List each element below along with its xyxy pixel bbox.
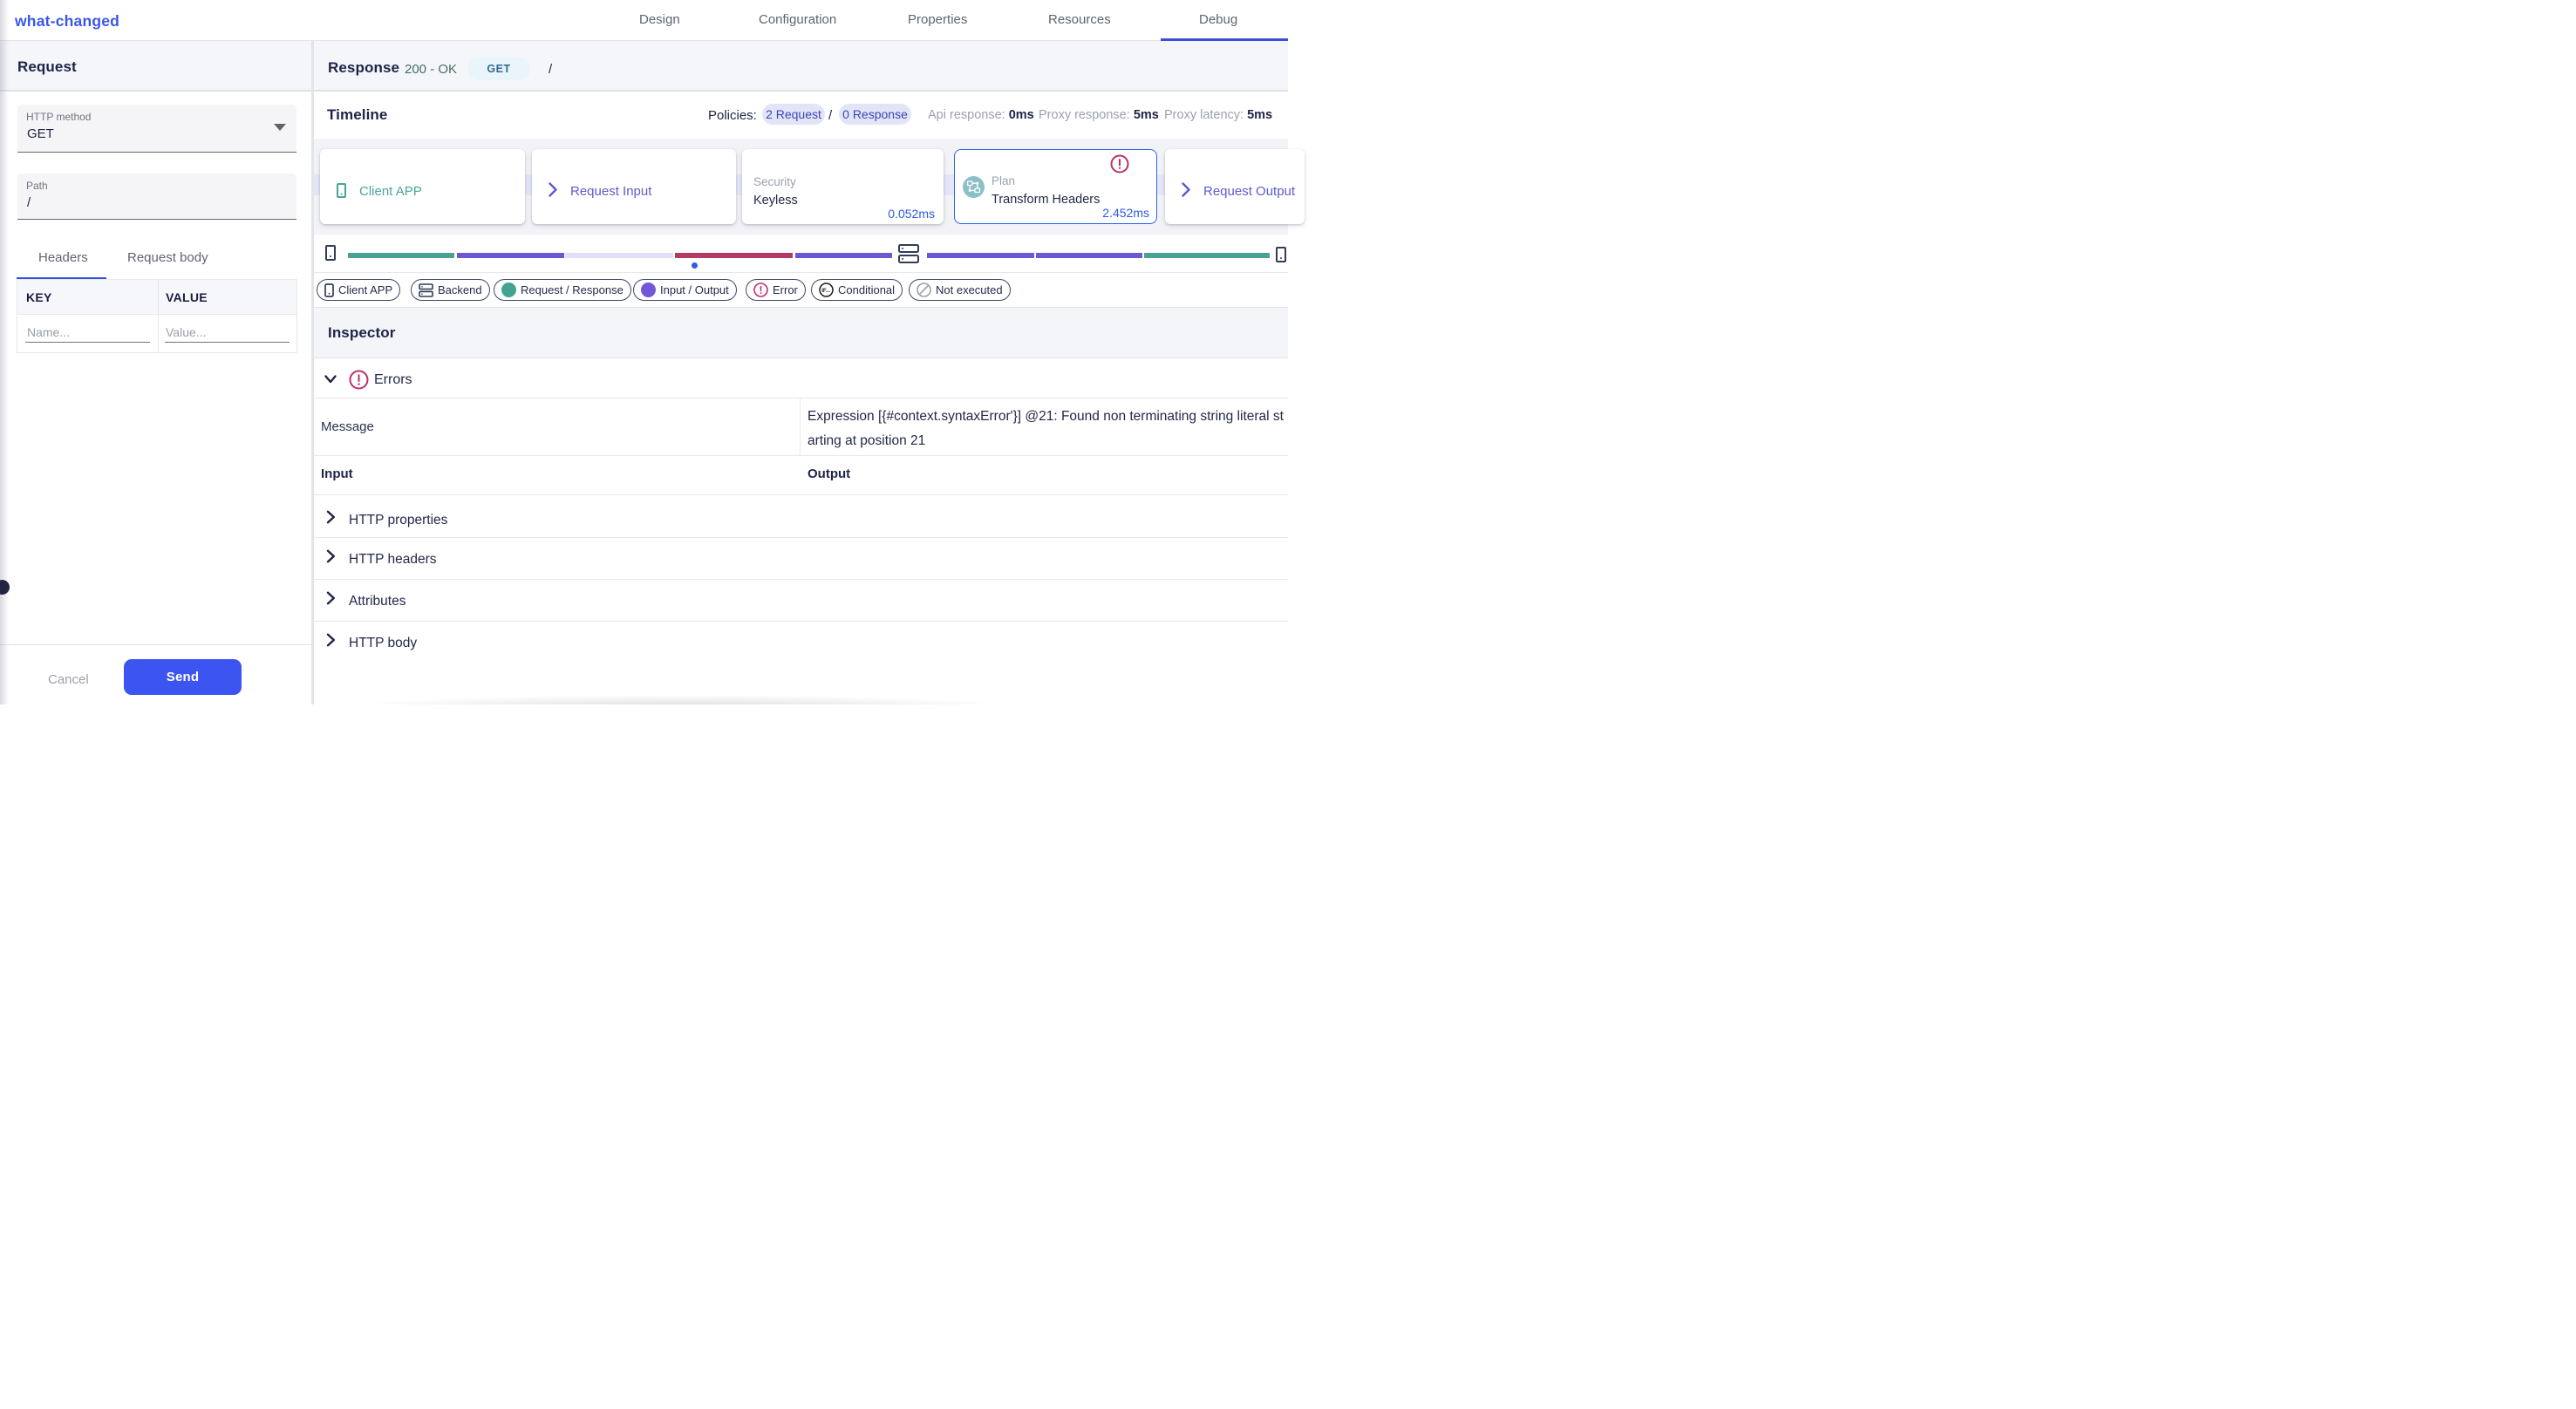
svg-text:IF...: IF... [821, 288, 830, 294]
